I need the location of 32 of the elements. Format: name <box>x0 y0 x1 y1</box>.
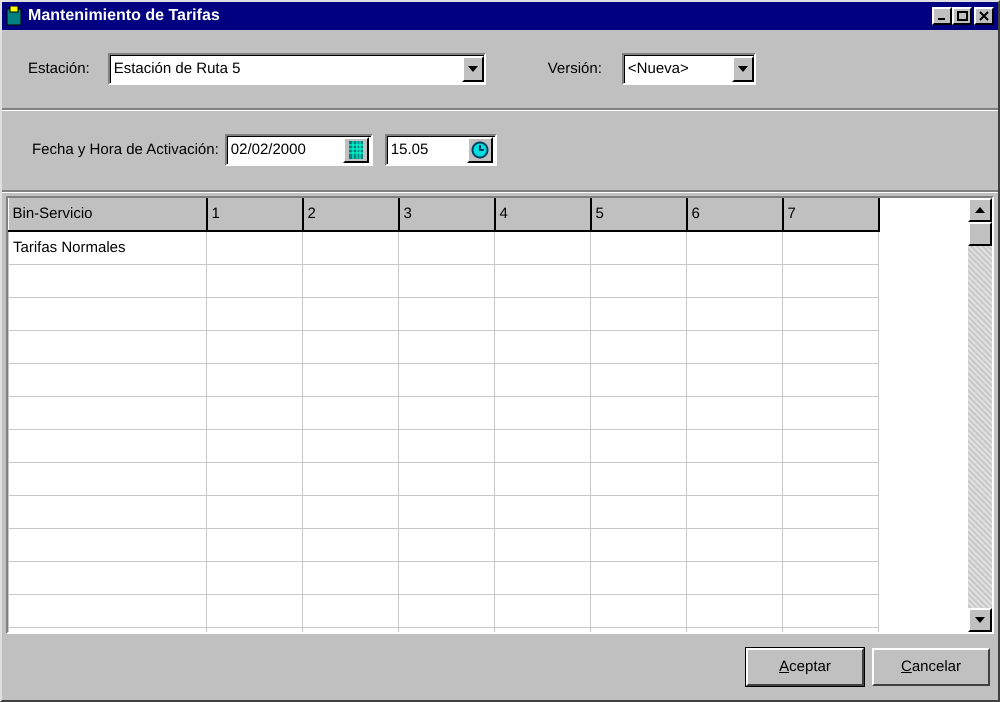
column-header[interactable]: 2 <box>302 198 398 231</box>
scroll-up-button[interactable] <box>968 198 992 222</box>
column-header[interactable]: 3 <box>398 198 494 231</box>
accept-button[interactable]: Aceptar <box>746 648 864 686</box>
up-arrow-icon <box>975 207 985 213</box>
clock-icon[interactable] <box>466 137 493 163</box>
time-field[interactable]: 15.05 <box>384 134 497 166</box>
column-header[interactable]: 7 <box>782 198 878 231</box>
field-label: Versión: <box>548 58 602 79</box>
column-header[interactable]: Bin-Servicio <box>8 198 206 231</box>
scroll-thumb[interactable] <box>968 222 992 246</box>
down-arrow-icon <box>975 617 985 623</box>
column-header[interactable]: 1 <box>206 198 302 231</box>
date-field[interactable]: 02/02/2000 <box>224 134 373 166</box>
calendar-icon[interactable] <box>342 137 369 163</box>
window-title: Mantenimiento de Tarifas <box>28 6 220 26</box>
station-dropdown[interactable]: Estación de Ruta 5 <box>108 53 486 85</box>
field-label: Estación: <box>28 58 90 79</box>
minimize-icon[interactable] <box>932 7 952 25</box>
table-cell: Tarifas Normales <box>8 231 206 264</box>
column-header[interactable]: 6 <box>686 198 782 231</box>
caret-icon <box>462 56 484 82</box>
version-dropdown[interactable]: <Nueva> <box>622 53 756 85</box>
cancel-button[interactable]: Cancelar <box>872 648 990 686</box>
scroll-down-button[interactable] <box>968 608 992 632</box>
caret-icon <box>732 56 754 82</box>
maximize-icon[interactable] <box>952 7 972 25</box>
field-label: Fecha y Hora de Activación: <box>32 140 219 160</box>
column-header[interactable]: 4 <box>494 198 590 231</box>
app-icon <box>6 6 22 26</box>
close-icon[interactable] <box>974 7 994 25</box>
column-header[interactable]: 5 <box>590 198 686 231</box>
